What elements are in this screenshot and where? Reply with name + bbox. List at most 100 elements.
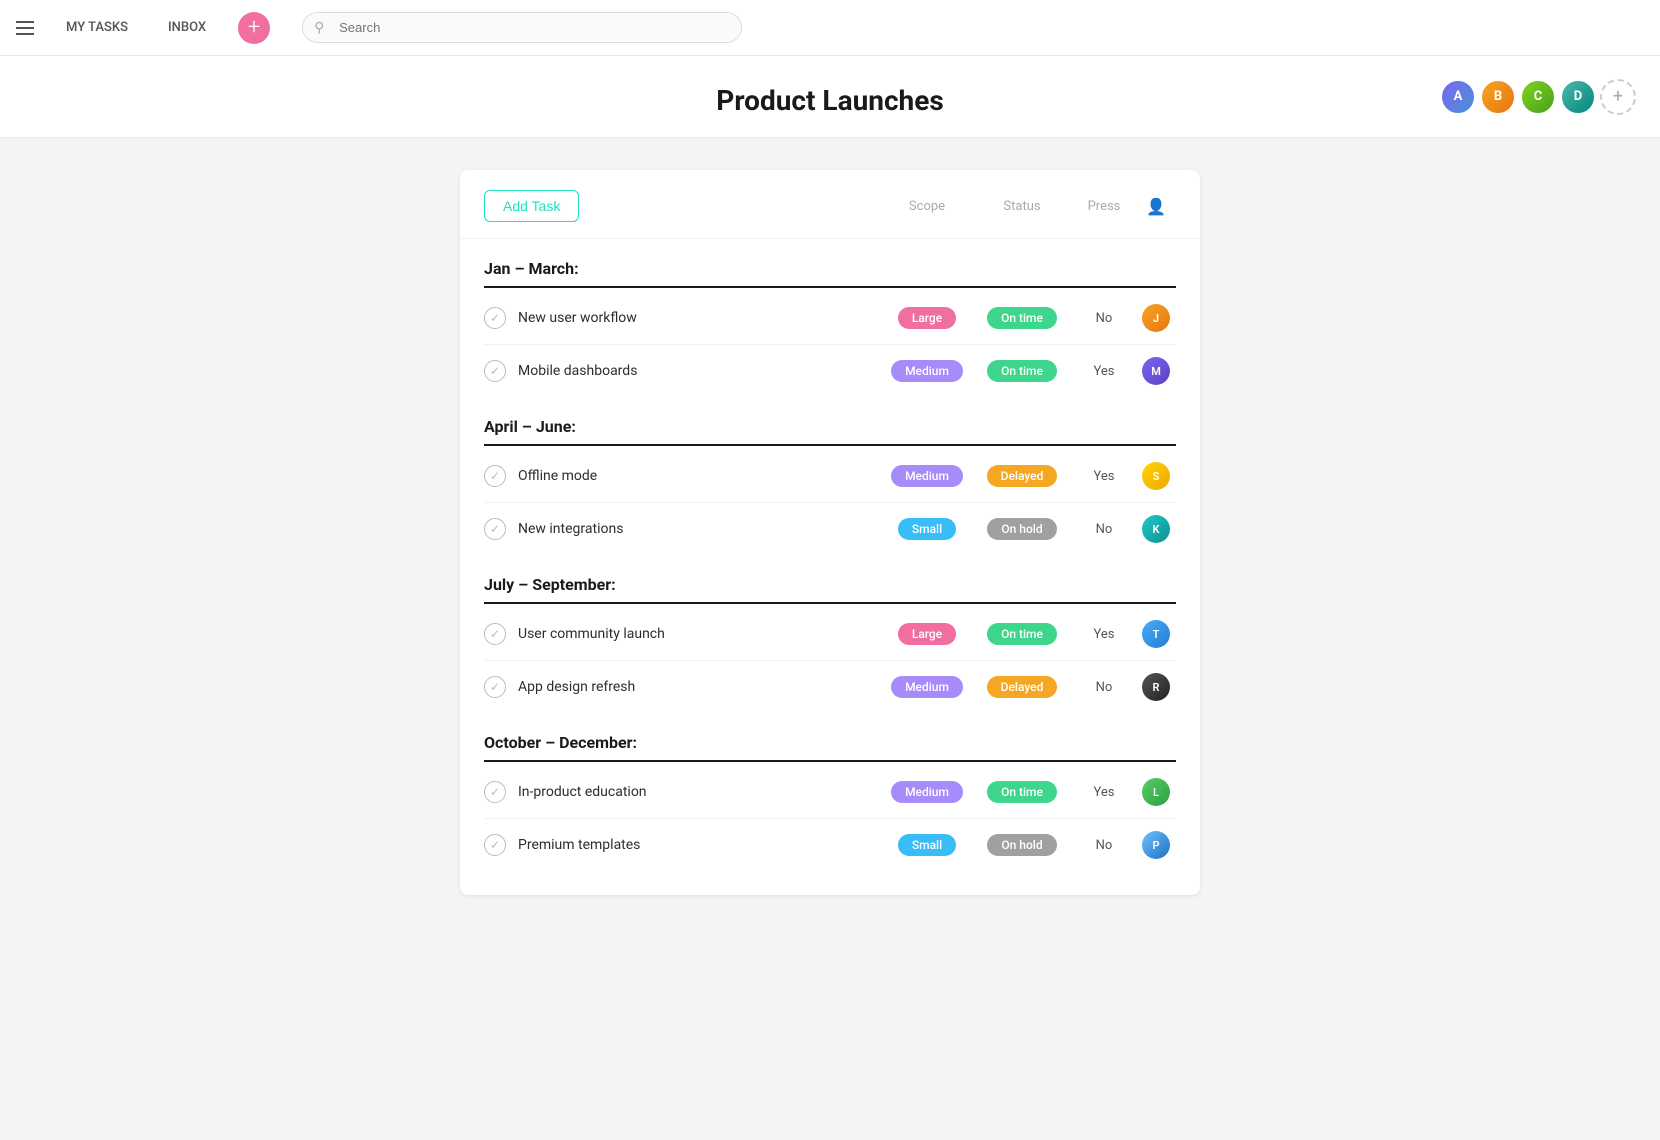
task-row: ✓ App design refresh Medium Delayed No R: [484, 661, 1176, 713]
task-name: User community launch: [518, 626, 882, 642]
task-scope: Medium: [882, 360, 972, 382]
search-bar: ⚲: [302, 12, 742, 43]
col-header-status: Status: [972, 199, 1072, 214]
scope-badge: Medium: [891, 360, 963, 382]
column-headers: Scope Status Press 👤: [882, 197, 1176, 216]
task-scope: Large: [882, 623, 972, 645]
task-status: Delayed: [972, 465, 1072, 487]
task-row: ✓ In-product education Medium On time Yes L: [484, 766, 1176, 819]
sections-container: Jan – March: ✓ New user workflow Large On ti…: [460, 239, 1200, 871]
task-checkbox[interactable]: ✓: [484, 465, 506, 487]
task-columns: Small On hold No P: [882, 831, 1176, 859]
status-badge: On time: [987, 623, 1057, 645]
task-scope: Small: [882, 834, 972, 856]
task-checkbox[interactable]: ✓: [484, 781, 506, 803]
task-assignee[interactable]: P: [1136, 831, 1176, 859]
card-header: Add Task Scope Status Press 👤: [460, 170, 1200, 239]
task-columns: Medium On time Yes L: [882, 778, 1176, 806]
task-status: On hold: [972, 518, 1072, 540]
section-title: July – September:: [484, 575, 616, 594]
nav-my-tasks[interactable]: MY TASKS: [58, 16, 136, 39]
avatar[interactable]: S: [1142, 462, 1170, 490]
content-area: Add Task Scope Status Press 👤 Jan – Marc…: [0, 138, 1660, 927]
avatar-group: A B C D +: [1440, 79, 1636, 115]
section-header: Jan – March:: [484, 239, 1176, 288]
avatar[interactable]: T: [1142, 620, 1170, 648]
task-row: ✓ User community launch Large On time Yes T: [484, 608, 1176, 661]
task-name: New user workflow: [518, 310, 882, 326]
col-header-scope: Scope: [882, 199, 972, 214]
task-assignee[interactable]: L: [1136, 778, 1176, 806]
task-press: Yes: [1072, 627, 1136, 642]
task-scope: Medium: [882, 781, 972, 803]
task-name: Offline mode: [518, 468, 882, 484]
scope-badge: Small: [898, 518, 956, 540]
task-scope: Medium: [882, 465, 972, 487]
task-name: In-product education: [518, 784, 882, 800]
avatar[interactable]: L: [1142, 778, 1170, 806]
task-row: ✓Offline modeMediumDelayedYesS: [484, 450, 1176, 503]
task-checkbox[interactable]: ✓: [484, 676, 506, 698]
task-assignee[interactable]: S: [1136, 462, 1176, 490]
scope-badge: Large: [898, 623, 956, 645]
task-columns: SmallOn holdNoK: [882, 515, 1176, 543]
person-icon: 👤: [1146, 197, 1166, 216]
status-badge: Delayed: [987, 465, 1058, 487]
section-title: April – June:: [484, 417, 576, 436]
avatar[interactable]: B: [1480, 79, 1516, 115]
task-checkbox[interactable]: ✓: [484, 360, 506, 382]
task-checkbox[interactable]: ✓: [484, 834, 506, 856]
task-name: App design refresh: [518, 679, 882, 695]
task-columns: LargeOn timeNoJ: [882, 304, 1176, 332]
menu-icon[interactable]: [16, 21, 34, 35]
task-press: No: [1072, 680, 1136, 695]
task-assignee[interactable]: R: [1136, 673, 1176, 701]
section-header: April – June:: [484, 397, 1176, 446]
scope-badge: Medium: [891, 676, 963, 698]
status-badge: Delayed: [987, 676, 1058, 698]
status-badge: On time: [987, 360, 1057, 382]
avatar[interactable]: K: [1142, 515, 1170, 543]
avatar[interactable]: J: [1142, 304, 1170, 332]
avatar[interactable]: M: [1142, 357, 1170, 385]
nav-inbox[interactable]: INBOX: [160, 16, 214, 39]
add-task-button[interactable]: Add Task: [484, 190, 579, 222]
task-checkbox[interactable]: ✓: [484, 307, 506, 329]
search-input[interactable]: [302, 12, 742, 43]
add-button[interactable]: +: [238, 12, 270, 44]
section-header: July – September:: [484, 555, 1176, 604]
section-title: Jan – March:: [484, 259, 579, 278]
task-assignee[interactable]: J: [1136, 304, 1176, 332]
task-press: No: [1072, 838, 1136, 853]
add-member-button[interactable]: +: [1600, 79, 1636, 115]
scope-badge: Medium: [891, 781, 963, 803]
task-checkbox[interactable]: ✓: [484, 518, 506, 540]
task-columns: MediumDelayedYesS: [882, 462, 1176, 490]
task-assignee[interactable]: T: [1136, 620, 1176, 648]
avatar[interactable]: R: [1142, 673, 1170, 701]
task-columns: Medium On time Yes M: [882, 357, 1176, 385]
status-badge: On time: [987, 781, 1057, 803]
status-badge: On time: [987, 307, 1057, 329]
avatar[interactable]: D: [1560, 79, 1596, 115]
page-header: Product Launches A B C D +: [0, 56, 1660, 138]
status-badge: On hold: [987, 518, 1056, 540]
scope-badge: Small: [898, 834, 956, 856]
avatar[interactable]: C: [1520, 79, 1556, 115]
task-row: ✓New user workflowLargeOn timeNoJ: [484, 292, 1176, 345]
task-assignee[interactable]: M: [1136, 357, 1176, 385]
task-press: Yes: [1072, 364, 1136, 379]
task-status: On time: [972, 307, 1072, 329]
task-columns: Medium Delayed No R: [882, 673, 1176, 701]
task-name: Premium templates: [518, 837, 882, 853]
task-press: No: [1072, 311, 1136, 326]
task-checkbox[interactable]: ✓: [484, 623, 506, 645]
task-row: ✓ Premium templates Small On hold No P: [484, 819, 1176, 871]
task-row: ✓ Mobile dashboards Medium On time Yes M: [484, 345, 1176, 397]
task-assignee[interactable]: K: [1136, 515, 1176, 543]
avatar[interactable]: A: [1440, 79, 1476, 115]
status-badge: On hold: [987, 834, 1056, 856]
avatar[interactable]: P: [1142, 831, 1170, 859]
task-name: Mobile dashboards: [518, 363, 882, 379]
task-press: Yes: [1072, 785, 1136, 800]
